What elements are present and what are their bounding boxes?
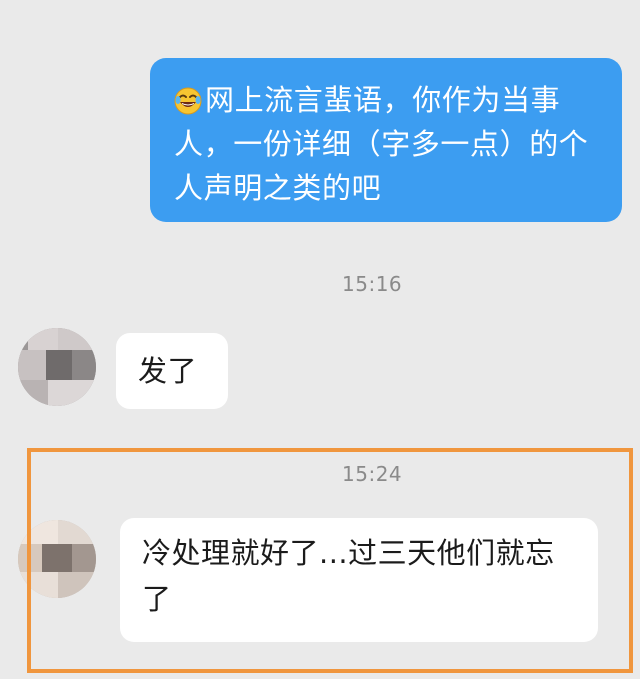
incoming-message-bubble[interactable]: 发了	[116, 333, 228, 409]
avatar[interactable]	[18, 520, 96, 598]
avatar[interactable]	[18, 328, 96, 406]
laughing-tears-emoji-icon	[174, 87, 202, 115]
message-timestamp: 15:16	[342, 272, 403, 296]
outgoing-message-text: 网上流言蜚语，你作为当事人，一份详细（字多一点）的个人声明之类的吧	[174, 83, 589, 205]
incoming-message-text: 发了	[138, 354, 198, 388]
outgoing-message-bubble[interactable]: 网上流言蜚语，你作为当事人，一份详细（字多一点）的个人声明之类的吧	[150, 58, 622, 222]
incoming-message-bubble[interactable]: 冷处理就好了...过三天他们就忘了	[120, 518, 598, 642]
incoming-message-text: 冷处理就好了...过三天他们就忘了	[142, 536, 555, 616]
chat-view: 网上流言蜚语，你作为当事人，一份详细（字多一点）的个人声明之类的吧 15:16 …	[0, 0, 640, 679]
message-timestamp: 15:24	[342, 462, 403, 486]
